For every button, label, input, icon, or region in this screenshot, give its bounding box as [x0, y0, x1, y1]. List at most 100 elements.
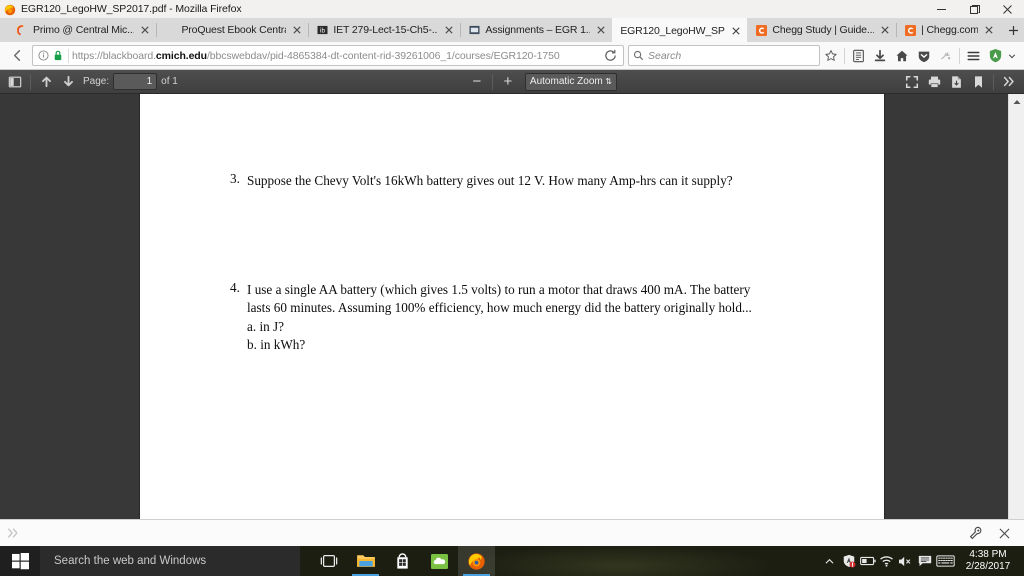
clock[interactable]: 4:38 PM 2/28/2017 — [962, 549, 1014, 573]
proquest-icon — [164, 24, 176, 36]
question-3: 3. Suppose the Chevy Volt's 16kWh batter… — [230, 172, 832, 191]
taskbar-search-box[interactable]: Search the web and Windows — [40, 546, 300, 576]
lock-icon[interactable] — [51, 50, 65, 61]
window-title: EGR120_LegoHW_SP2017.pdf - Mozilla Firef… — [21, 3, 242, 15]
pdf-viewer[interactable]: 3. Suppose the Chevy Volt's 16kWh batter… — [0, 94, 1024, 519]
windows-logo-icon — [11, 552, 29, 569]
wifi-icon[interactable] — [877, 546, 896, 576]
pdf-toolbar: Page: 1 of 1 − + Automatic Zoom ⇅ — [0, 70, 1024, 94]
scrollbar-track[interactable] — [1009, 110, 1024, 519]
url-bar[interactable]: https://blackboard.cmich.edu/bbcswebdav/… — [32, 45, 624, 66]
firefox-button[interactable] — [458, 546, 495, 576]
task-view-icon — [320, 554, 337, 568]
question-sub-b: b. in kWh? — [247, 337, 306, 353]
task-view-button[interactable] — [310, 546, 347, 576]
reload-icon[interactable] — [599, 45, 621, 66]
browser-tab-7[interactable]: | Chegg.com — [896, 18, 1000, 42]
sync-icon[interactable] — [935, 45, 957, 67]
title-bar: EGR120_LegoHW_SP2017.pdf - Mozilla Firef… — [0, 0, 1024, 18]
onedrive-icon — [431, 553, 448, 569]
tab-close-button[interactable] — [729, 24, 743, 38]
page-label: Page: — [83, 76, 110, 87]
clock-date: 2/28/2017 — [965, 561, 1011, 572]
zoom-select[interactable]: Automatic Zoom ⇅ — [524, 72, 617, 91]
print-icon[interactable] — [923, 72, 945, 92]
bookmark-icon[interactable] — [967, 72, 989, 92]
browser-tab-2[interactable]: ProQuest Ebook Central R... — [156, 18, 308, 42]
window-controls — [925, 0, 1024, 18]
page-number-input[interactable]: 1 — [113, 73, 158, 90]
presentation-mode-icon[interactable] — [901, 72, 923, 92]
avast-shield-icon[interactable] — [839, 546, 858, 576]
browser-tab-4[interactable]: Assignments – EGR 1... — [460, 18, 612, 42]
tab-close-button[interactable] — [442, 23, 456, 37]
battery-icon[interactable] — [858, 546, 877, 576]
scroll-up-arrow-icon[interactable] — [1009, 94, 1024, 110]
start-button[interactable] — [0, 546, 40, 576]
home-icon[interactable] — [891, 45, 913, 67]
tab-close-button[interactable] — [878, 23, 892, 37]
volume-muted-icon[interactable] — [896, 546, 915, 576]
pdf-page: 3. Suppose the Chevy Volt's 16kWh batter… — [140, 94, 884, 519]
primo-icon — [16, 24, 28, 36]
url-domain: cmich.edu — [155, 49, 207, 62]
browser-tab-6[interactable]: Chegg Study | Guide... — [747, 18, 896, 42]
vertical-scrollbar[interactable] — [1008, 94, 1024, 519]
file-explorer-button[interactable] — [347, 546, 384, 576]
tab-close-button[interactable] — [982, 23, 996, 37]
page-total-label: of 1 — [161, 76, 178, 87]
taskbar-search-placeholder: Search the web and Windows — [54, 555, 207, 567]
touch-keyboard-icon[interactable] — [934, 546, 956, 576]
downloads-icon[interactable] — [869, 45, 891, 67]
chevron-double-right-icon[interactable] — [6, 527, 20, 539]
tab-label: IET 279-Lect-15-Ch5-... — [333, 24, 439, 36]
windows-store-button[interactable] — [384, 546, 421, 576]
more-tools-icon[interactable] — [998, 72, 1020, 92]
tab-label: | Chegg.com — [921, 24, 979, 36]
hamburger-menu-icon[interactable] — [962, 45, 984, 67]
chevron-down-icon[interactable] — [1006, 45, 1018, 67]
avast-icon[interactable] — [984, 45, 1006, 67]
tab-close-button[interactable] — [290, 23, 304, 37]
close-button[interactable] — [991, 0, 1024, 18]
toolbar-divider — [491, 73, 493, 90]
tab-close-button[interactable] — [138, 23, 152, 37]
bookmark-star-icon[interactable] — [820, 45, 842, 67]
search-bar[interactable]: Search — [628, 45, 820, 66]
firefox-icon — [4, 3, 16, 16]
back-arrow-icon[interactable] — [6, 45, 28, 67]
system-tray: 4:38 PM 2/28/2017 — [820, 546, 1024, 576]
tab-label: EGR120_LegoHW_SP2017.... — [620, 25, 725, 37]
pdf-toolbar-right — [901, 72, 1020, 92]
taskbar-apps — [310, 546, 495, 576]
question-line: I use a single AA battery (which gives 1… — [247, 281, 751, 297]
question-4: 4. I use a single AA battery (which give… — [230, 280, 832, 355]
url-divider — [68, 48, 69, 63]
zoom-out-button[interactable]: − — [466, 72, 488, 92]
browser-tab-3[interactable]: ib IET 279-Lect-15-Ch5-... — [308, 18, 460, 42]
wrench-icon[interactable] — [962, 520, 990, 546]
maximize-restore-button[interactable] — [958, 0, 991, 18]
select-arrows-icon: ⇅ — [605, 76, 612, 86]
show-hidden-icons-chevron[interactable] — [820, 546, 839, 576]
search-icon — [633, 50, 644, 61]
windows-store-icon — [397, 552, 408, 569]
tab-close-button[interactable] — [594, 23, 608, 37]
zoom-in-button[interactable]: + — [497, 72, 519, 92]
close-icon[interactable] — [990, 520, 1018, 546]
pocket-shield-icon[interactable] — [913, 45, 935, 67]
toolbar-divider — [844, 47, 845, 64]
previous-page-button[interactable] — [35, 72, 57, 92]
minimize-button[interactable] — [925, 0, 958, 18]
page-info-icon[interactable] — [35, 50, 51, 61]
sidebar-toggle-icon[interactable] — [4, 72, 26, 92]
browser-tab-1[interactable]: Primo @ Central Mic... — [8, 18, 156, 42]
new-tab-button[interactable] — [1002, 18, 1024, 42]
browser-tab-5-active[interactable]: EGR120_LegoHW_SP2017.... — [612, 18, 748, 42]
download-icon[interactable] — [945, 72, 967, 92]
onedrive-button[interactable] — [421, 546, 458, 576]
reader-view-icon[interactable] — [847, 45, 869, 67]
next-page-button[interactable] — [57, 72, 79, 92]
url-prefix: https://blackboard. — [72, 49, 156, 62]
action-center-icon[interactable] — [915, 546, 934, 576]
